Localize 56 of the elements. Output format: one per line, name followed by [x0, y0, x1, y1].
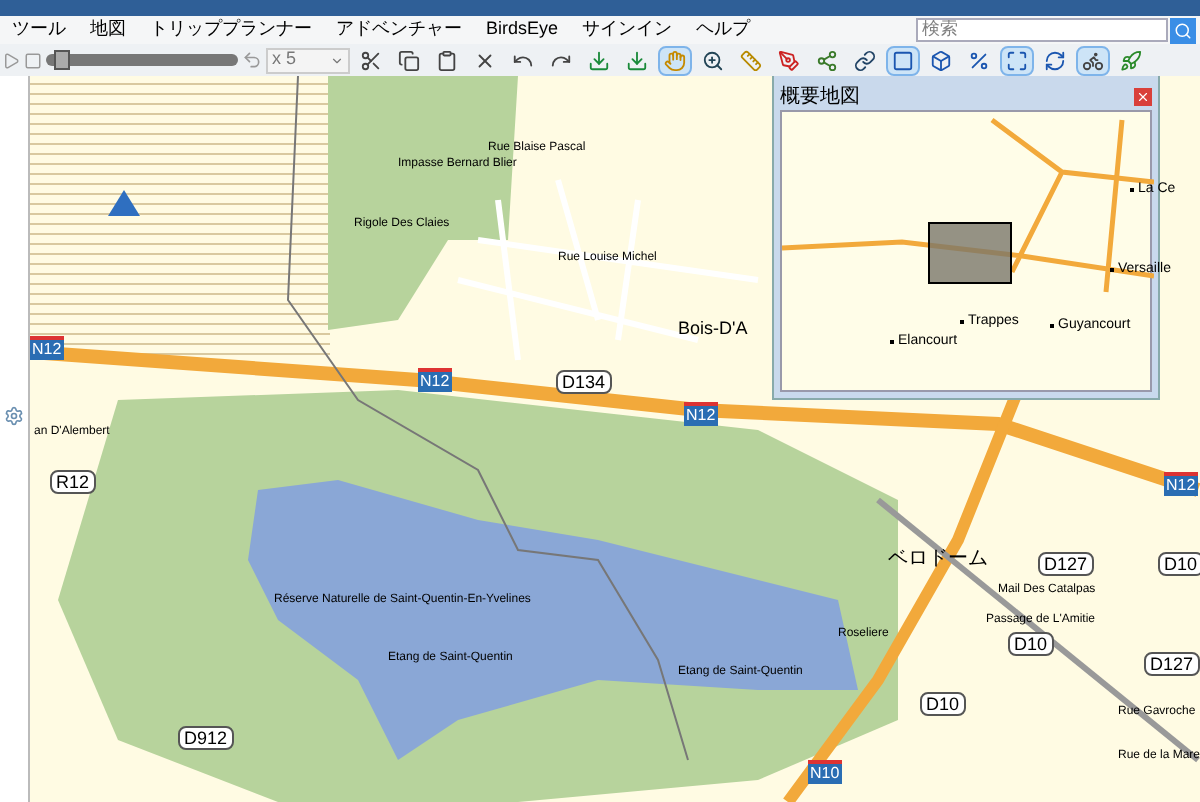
delete-icon [474, 49, 496, 71]
search-button[interactable] [1170, 17, 1196, 43]
highway-shield: N12 [418, 368, 452, 392]
menu-item[interactable]: BirdsEye [474, 16, 571, 44]
cut-icon [360, 49, 382, 71]
refresh-icon [1044, 49, 1066, 71]
caret-icon [330, 53, 344, 67]
receive-icon [588, 49, 610, 71]
route-marker: D134 [556, 370, 612, 394]
town-label: Bois-D'A [678, 316, 748, 342]
menu-item[interactable]: トリッププランナー [138, 16, 324, 44]
search-field[interactable]: 検索 [916, 18, 1168, 42]
menu-item[interactable]: サインイン [570, 16, 685, 44]
viewport-rectangle [928, 222, 1012, 284]
percent-icon [968, 49, 990, 71]
copy-icon [398, 49, 420, 71]
paste-icon [436, 49, 458, 71]
route-marker: D10 [920, 692, 966, 716]
route-marker: R12 [50, 470, 96, 494]
highway-shield: N12 [1164, 472, 1198, 496]
close-button[interactable] [1134, 87, 1152, 105]
menu-item[interactable]: ツール [0, 16, 78, 44]
settings-icon [4, 406, 24, 426]
fit-icon [1006, 49, 1028, 71]
menu-item[interactable]: 地図 [78, 16, 138, 44]
close-icon [1136, 89, 1150, 103]
overview-title: 概要地図 [780, 83, 860, 111]
send-icon [626, 49, 648, 71]
pen-icon [778, 49, 800, 71]
route-marker: D127 [1038, 552, 1094, 576]
cube-icon [930, 49, 952, 71]
loop-icon [242, 50, 262, 70]
frame-button[interactable] [886, 45, 920, 75]
activity-icon [1082, 49, 1104, 71]
stop-icon [24, 51, 42, 69]
link-icon [854, 49, 876, 71]
highway-shield: N12 [684, 402, 718, 426]
route-marker: D912 [178, 726, 234, 750]
ruler-icon [740, 49, 762, 71]
poi-label: ベロドーム [888, 546, 988, 574]
route-marker: D10 [1008, 632, 1054, 656]
share-icon [816, 49, 838, 71]
activity-button[interactable] [1076, 45, 1110, 75]
menu-item[interactable]: ヘルプ [684, 16, 763, 44]
highway-shield: N12 [30, 336, 64, 360]
frame-icon [892, 49, 914, 71]
launch-icon [1120, 49, 1142, 71]
menu-item[interactable]: アドベンチャー [324, 16, 474, 44]
play-icon [2, 51, 20, 69]
fit-button[interactable] [1000, 45, 1034, 75]
speed-slider-thumb[interactable] [54, 50, 71, 70]
highway-shield: N10 [808, 760, 842, 784]
route-marker: D10 [1158, 552, 1200, 576]
multiplier-select[interactable]: x 5 [266, 47, 350, 73]
route-marker: D127 [1144, 652, 1200, 676]
zoom-icon [702, 49, 724, 71]
